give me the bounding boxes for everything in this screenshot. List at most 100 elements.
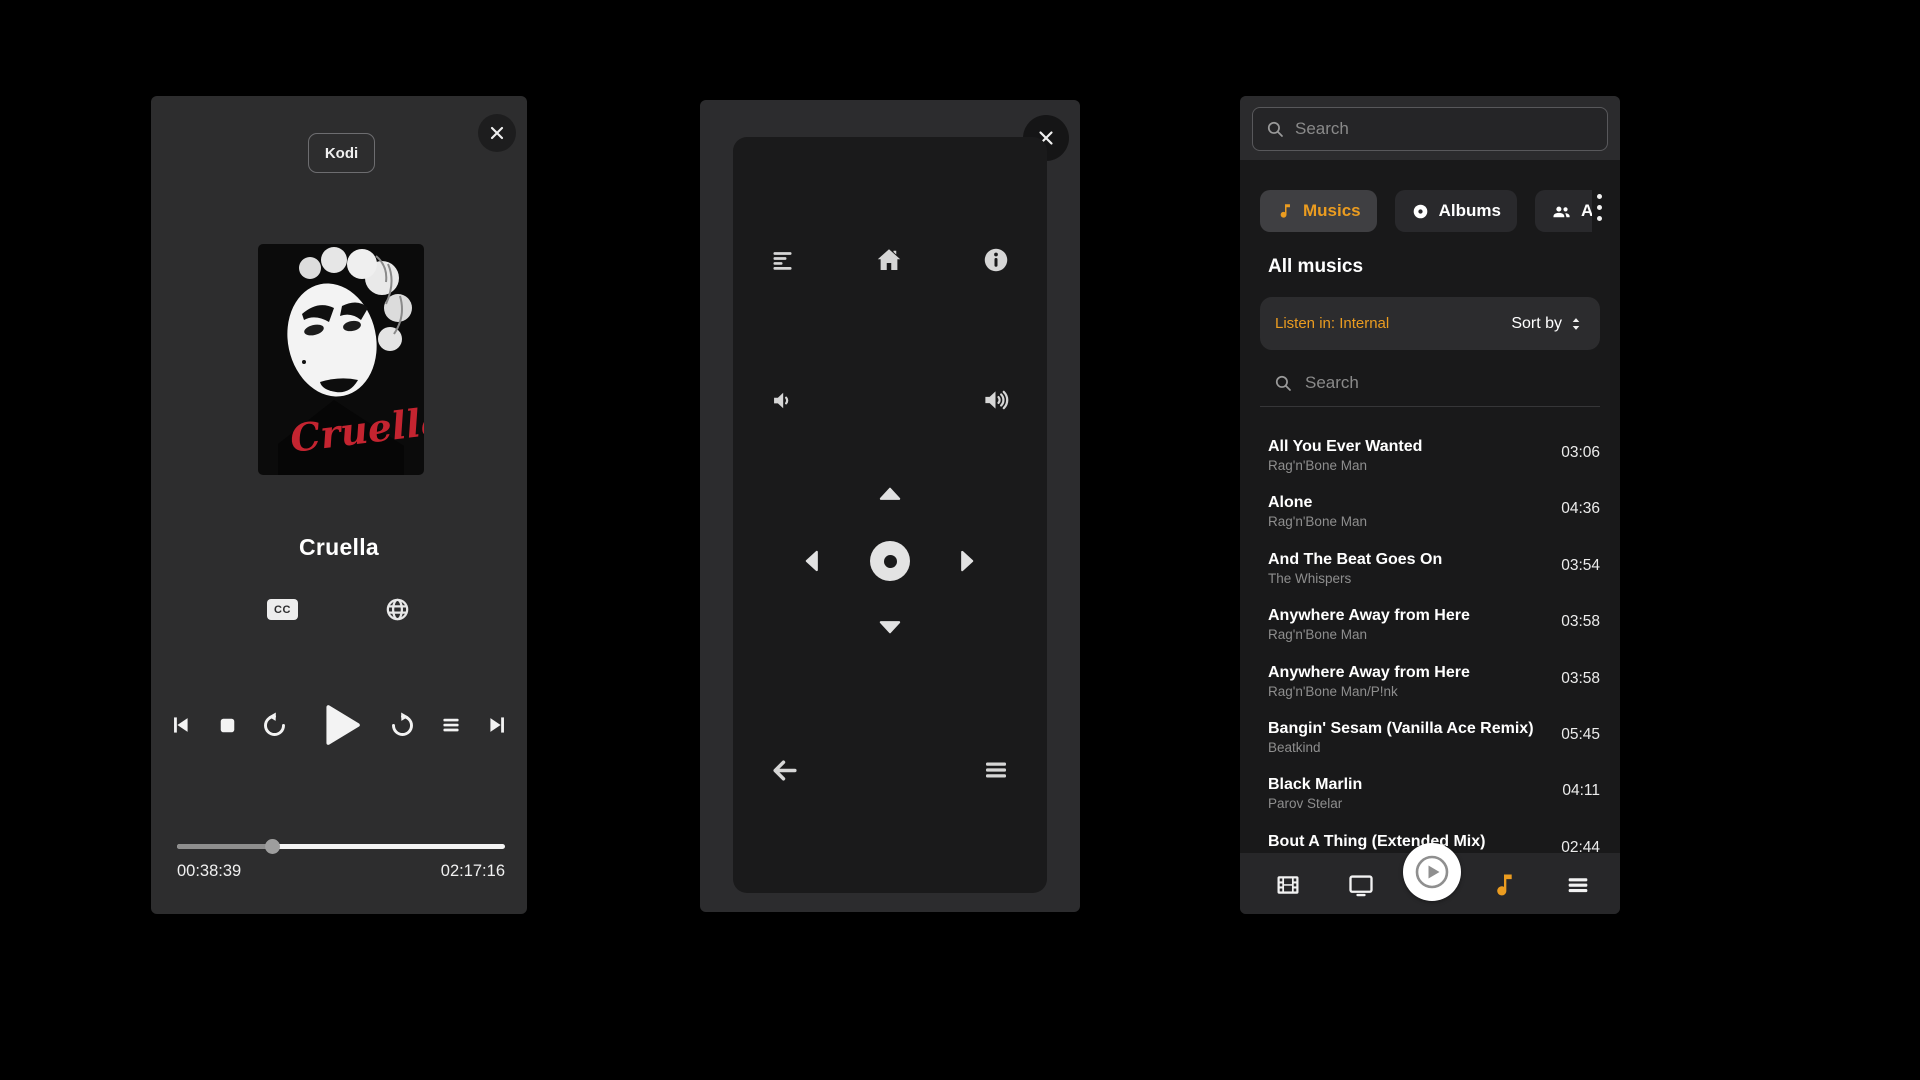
tab-albums[interactable]: Albums: [1395, 190, 1517, 232]
playback-controls: [167, 696, 511, 754]
search-icon: [1274, 374, 1293, 393]
song-artist: Rag'n'Bone Man: [1268, 457, 1561, 474]
queue-icon: [438, 712, 464, 738]
film-strip-icon: [1274, 871, 1302, 899]
movie-poster: Cruella: [258, 244, 424, 475]
playlist-view-button[interactable]: [769, 247, 796, 274]
song-title: Alone: [1268, 493, 1561, 513]
song-title: Anywhere Away from Here: [1268, 606, 1561, 626]
skip-previous-button[interactable]: [167, 712, 193, 738]
volume-down-button[interactable]: [769, 387, 796, 414]
replay-button[interactable]: [261, 712, 288, 739]
home-button[interactable]: [874, 245, 904, 275]
song-artist: Beatkind: [1268, 739, 1561, 756]
song-duration: 03:06: [1561, 437, 1600, 463]
fast-forward-button[interactable]: [389, 712, 416, 739]
play-button[interactable]: [310, 696, 368, 754]
song-row[interactable]: And The Beat Goes On The Whispers 03:54: [1240, 541, 1620, 597]
arrow-right-icon: [954, 548, 980, 574]
search-icon: [1266, 120, 1285, 139]
playlist-button[interactable]: [438, 712, 464, 738]
song-duration: 03:58: [1561, 663, 1600, 689]
list-icon: [769, 247, 796, 274]
listen-in-button[interactable]: Listen in: Internal: [1275, 315, 1389, 332]
song-duration: 03:54: [1561, 550, 1600, 576]
song-row[interactable]: Anywhere Away from Here Rag'n'Bone Man/P…: [1240, 654, 1620, 710]
seek-slider-handle[interactable]: [265, 839, 280, 854]
total-time: 02:17:16: [441, 862, 505, 881]
app-badge: Kodi: [308, 133, 375, 173]
dpad-down-button[interactable]: [877, 614, 903, 640]
volume-up-icon: [981, 385, 1011, 415]
song-duration: 04:11: [1562, 775, 1600, 801]
song-duration: 03:58: [1561, 606, 1600, 632]
section-title: All musics: [1268, 256, 1363, 278]
song-artist: Rag'n'Bone Man/P!nk: [1268, 683, 1561, 700]
remote-panel: [700, 100, 1080, 912]
song-row[interactable]: Bangin' Sesam (Vanilla Ace Remix) Beatki…: [1240, 710, 1620, 766]
dpad-right-button[interactable]: [954, 548, 980, 574]
list-search-input[interactable]: [1305, 373, 1586, 393]
close-icon: [487, 123, 507, 143]
song-row[interactable]: Alone Rag'n'Bone Man 04:36: [1240, 484, 1620, 540]
hamburger-menu-icon: [1564, 871, 1592, 899]
replay-icon: [261, 712, 288, 739]
seek-slider[interactable]: [177, 839, 505, 854]
info-icon: [981, 245, 1011, 275]
song-list: All You Ever Wanted Rag'n'Bone Man 03:06…: [1240, 412, 1620, 853]
sort-arrows-icon: [1567, 315, 1585, 333]
song-duration: 05:45: [1561, 719, 1600, 745]
music-note-icon: [1490, 871, 1518, 899]
song-title: Black Marlin: [1268, 775, 1562, 795]
vertical-dots-icon: [1597, 194, 1602, 199]
now-playing-button[interactable]: [1403, 843, 1461, 901]
song-title: All You Ever Wanted: [1268, 437, 1561, 457]
song-artist: The Whispers: [1268, 570, 1561, 587]
app-badge-label: Kodi: [325, 145, 358, 162]
play-circle-icon: [1412, 852, 1452, 892]
volume-up-button[interactable]: [981, 385, 1011, 415]
tab-artists[interactable]: Ar: [1535, 190, 1592, 232]
more-options-button[interactable]: [1590, 184, 1608, 230]
song-artist: Rag'n'Bone Man: [1268, 513, 1561, 530]
play-icon: [310, 696, 368, 754]
context-menu-button[interactable]: [981, 755, 1011, 785]
song-title: Anywhere Away from Here: [1268, 663, 1561, 683]
stop-button[interactable]: [215, 713, 240, 738]
song-duration: 02:44: [1561, 832, 1600, 853]
player-close-button[interactable]: [478, 114, 516, 152]
back-arrow-icon: [769, 755, 800, 786]
stop-icon: [215, 713, 240, 738]
skip-previous-icon: [167, 712, 193, 738]
skip-next-icon: [485, 712, 511, 738]
music-note-icon: [1276, 202, 1294, 220]
elapsed-time: 00:38:39: [177, 862, 241, 881]
closed-captions-icon[interactable]: CC: [267, 599, 298, 620]
global-search-input[interactable]: [1295, 119, 1594, 139]
song-row[interactable]: Anywhere Away from Here Rag'n'Bone Man 0…: [1240, 597, 1620, 653]
song-row[interactable]: All You Ever Wanted Rag'n'Bone Man 03:06: [1240, 428, 1620, 484]
dpad-ok-button[interactable]: [870, 541, 910, 581]
nav-videos-button[interactable]: [1273, 870, 1303, 900]
nav-tv-button[interactable]: [1346, 870, 1376, 900]
song-title: Bangin' Sesam (Vanilla Ace Remix): [1268, 719, 1561, 739]
home-icon: [874, 245, 904, 275]
dpad-left-button[interactable]: [799, 548, 825, 574]
dpad-up-button[interactable]: [877, 481, 903, 507]
language-globe-icon[interactable]: [384, 596, 411, 623]
sort-by-button[interactable]: Sort by: [1511, 315, 1585, 333]
tv-icon: [1347, 871, 1375, 899]
tab-musics[interactable]: Musics: [1260, 190, 1377, 232]
nav-music-button[interactable]: [1489, 870, 1519, 900]
song-artist: Rag'n'Bone Man: [1268, 626, 1561, 643]
global-search-bar[interactable]: [1252, 107, 1608, 151]
song-row[interactable]: Black Marlin Parov Stelar 04:11: [1240, 766, 1620, 822]
list-search-bar[interactable]: [1260, 360, 1600, 407]
fast-forward-icon: [389, 712, 416, 739]
info-button[interactable]: [981, 245, 1011, 275]
back-button[interactable]: [769, 755, 800, 786]
artists-people-icon: [1551, 201, 1572, 222]
nav-menu-button[interactable]: [1563, 870, 1593, 900]
arrow-left-icon: [799, 548, 825, 574]
skip-next-button[interactable]: [485, 712, 511, 738]
